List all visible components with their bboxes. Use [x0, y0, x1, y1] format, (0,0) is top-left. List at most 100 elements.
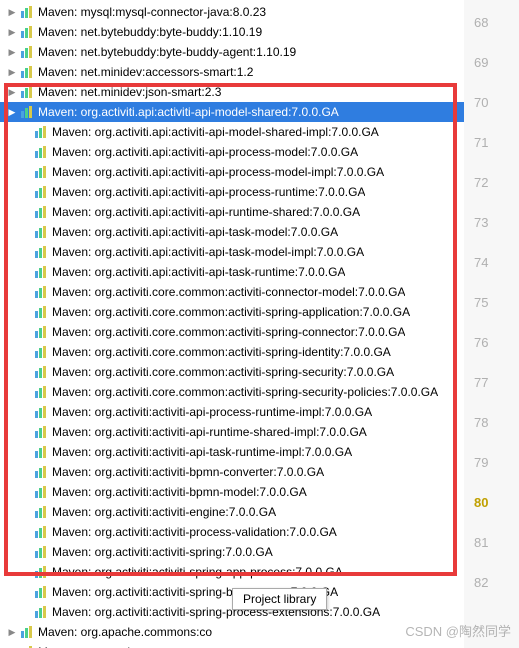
tree-row-label: Maven: org.activiti:activiti-spring-proc…	[52, 605, 380, 619]
tree-row-label: Maven: org.activiti.api:activiti-api-pro…	[52, 165, 384, 179]
line-number: 82	[464, 562, 519, 602]
tree-row[interactable]: ▶Maven: org.apache.commons:co	[0, 622, 464, 642]
tree-row[interactable]: Maven: org.activiti.api:activiti-api-tas…	[0, 242, 464, 262]
maven-library-icon	[18, 24, 34, 40]
tree-row-label: Maven: mysql:mysql-connector-java:8.0.23	[38, 5, 266, 19]
line-number: 81	[464, 522, 519, 562]
tree-row-label: Maven: org.activiti.core.common:activiti…	[52, 325, 405, 339]
maven-library-icon	[32, 284, 48, 300]
tree-row[interactable]: Maven: org.activiti.core.common:activiti…	[0, 342, 464, 362]
tree-row[interactable]: Maven: org.activiti.api:activiti-api-tas…	[0, 222, 464, 242]
tree-row-label: Maven: org.activiti.api:activiti-api-mod…	[52, 125, 379, 139]
expand-arrow-icon[interactable]: ▶	[6, 27, 18, 38]
maven-library-icon	[32, 404, 48, 420]
tree-row[interactable]: Maven: org.activiti.api:activiti-api-pro…	[0, 142, 464, 162]
tree-row-label: Maven: org.activiti.api:activiti-api-pro…	[52, 185, 365, 199]
maven-library-icon	[32, 344, 48, 360]
tree-row[interactable]: Maven: org.activiti:activiti-spring-app-…	[0, 562, 464, 582]
expand-arrow-icon[interactable]: ▶	[6, 47, 18, 58]
line-number: 70	[464, 82, 519, 122]
tree-row[interactable]: Maven: org.activiti:activiti-engine:7.0.…	[0, 502, 464, 522]
line-number: 75	[464, 282, 519, 322]
maven-library-icon	[32, 124, 48, 140]
tree-row[interactable]: ▶Maven: net.minidev:accessors-smart:1.2	[0, 62, 464, 82]
tree-row-label: Maven: org.activiti.core.common:activiti…	[52, 305, 410, 319]
expand-arrow-icon[interactable]: ▶	[6, 627, 18, 638]
maven-library-icon	[32, 304, 48, 320]
expand-arrow-icon[interactable]: ▶	[6, 67, 18, 78]
tree-row-label: Maven: org.activiti.api:activiti-api-run…	[52, 205, 360, 219]
tree-row[interactable]: Maven: org.activiti:activiti-bpmn-model:…	[0, 482, 464, 502]
tree-row[interactable]: ▶Maven: net.bytebuddy:byte-buddy-agent:1…	[0, 42, 464, 62]
tree-row[interactable]: Maven: org.activiti.core.common:activiti…	[0, 282, 464, 302]
expand-arrow-icon[interactable]: ▶	[6, 87, 18, 98]
expand-arrow-icon[interactable]: ▶	[6, 107, 18, 118]
line-number: 80	[464, 482, 519, 522]
tree-row-label: Maven: net.minidev:json-smart:2.3	[38, 85, 221, 99]
tree-row[interactable]: Maven: org.activiti.core.common:activiti…	[0, 382, 464, 402]
tree-row-label: Maven: org.activiti.api:activiti-api-mod…	[38, 105, 339, 119]
tree-row-label: Maven: org.activiti:activiti-process-val…	[52, 525, 337, 539]
tree-row[interactable]: Maven: org.activiti:activiti-process-val…	[0, 522, 464, 542]
line-number: 79	[464, 442, 519, 482]
maven-library-icon	[32, 184, 48, 200]
tree-row-label: Maven: org.activiti:activiti-engine:7.0.…	[52, 505, 276, 519]
line-number: 72	[464, 162, 519, 202]
tree-row[interactable]: Maven: org.activiti.api:activiti-api-mod…	[0, 122, 464, 142]
tree-row-label: Maven: org.activiti.api:activiti-api-tas…	[52, 225, 338, 239]
tree-row[interactable]: Maven: org.activiti.api:activiti-api-pro…	[0, 182, 464, 202]
line-number: 74	[464, 242, 519, 282]
maven-library-icon	[32, 144, 48, 160]
tree-row[interactable]: ▶ Maven: mysql:mysql-connector-java:8.0.2…	[0, 2, 464, 22]
tree-row[interactable]: Maven: org.activiti:activiti-bpmn-conver…	[0, 462, 464, 482]
expand-arrow-icon[interactable]: ▶	[6, 7, 18, 18]
tree-row[interactable]: ▶ Maven: net.minidev:json-smart:2.3	[0, 82, 464, 102]
maven-library-icon	[32, 204, 48, 220]
maven-library-icon	[32, 484, 48, 500]
maven-library-icon	[18, 84, 34, 100]
line-number: 73	[464, 202, 519, 242]
maven-library-icon	[18, 4, 34, 20]
maven-library-icon	[18, 644, 34, 648]
maven-library-icon	[32, 504, 48, 520]
maven-library-icon	[32, 384, 48, 400]
tree-row-label: Maven: org.activiti:activiti-bpmn-conver…	[52, 465, 324, 479]
maven-library-icon	[18, 104, 34, 120]
tree-row[interactable]: Maven: org.activiti.api:activiti-api-run…	[0, 202, 464, 222]
tree-row[interactable]: Maven: org.activiti:activiti-spring:7.0.…	[0, 542, 464, 562]
tree-row[interactable]: ▶ Maven: org.activiti.api:activiti-api-mo…	[0, 102, 464, 122]
maven-library-icon	[32, 324, 48, 340]
line-number: 69	[464, 42, 519, 82]
tree-row-label: Maven: org.activiti.api:activiti-api-tas…	[52, 245, 364, 259]
line-number: 68	[464, 2, 519, 42]
tree-row[interactable]: ▶ Maven: net.bytebuddy:byte-buddy:1.10.19	[0, 22, 464, 42]
tree-row-label: Maven: net.bytebuddy:byte-buddy:1.10.19	[38, 25, 262, 39]
maven-library-icon	[32, 224, 48, 240]
tree-row-label: Maven: org.activiti.core.common:activiti…	[52, 385, 438, 399]
maven-library-icon	[32, 444, 48, 460]
tree-row[interactable]: Maven: org.activiti:activiti-spring-proc…	[0, 602, 464, 622]
tree-row[interactable]: Maven: org.activiti:activiti-api-runtime…	[0, 422, 464, 442]
tree-row[interactable]: Maven: org.activiti.core.common:activiti…	[0, 362, 464, 382]
tree-row[interactable]: Maven: org.activiti.core.common:activiti…	[0, 322, 464, 342]
tree-row[interactable]: Maven: org.activiti.api:activiti-api-pro…	[0, 162, 464, 182]
maven-library-icon	[32, 424, 48, 440]
tree-row[interactable]: Maven: org.activiti.api:activiti-api-tas…	[0, 262, 464, 282]
maven-library-icon	[18, 624, 34, 640]
tree-row-label: Maven: org.activiti.core.common:activiti…	[52, 285, 405, 299]
line-number: 78	[464, 402, 519, 442]
tree-row[interactable]: Maven: org.activiti:activiti-api-task-ru…	[0, 442, 464, 462]
maven-library-icon	[32, 464, 48, 480]
tree-row[interactable]: Maven: org.activiti.core.common:activiti…	[0, 302, 464, 322]
line-number: 76	[464, 322, 519, 362]
tree-row[interactable]: Maven: org.activiti:activiti-spring-boot…	[0, 582, 464, 602]
maven-library-icon	[18, 44, 34, 60]
maven-library-icon	[32, 364, 48, 380]
maven-library-icon	[32, 244, 48, 260]
tree-row[interactable]: ▶Maven: org.apache.commons:co	[0, 642, 464, 648]
tree-row[interactable]: Maven: org.activiti:activiti-api-process…	[0, 402, 464, 422]
dependency-tree[interactable]: ▶ Maven: mysql:mysql-connector-java:8.0.2…	[0, 0, 464, 648]
tree-row-label: Maven: org.activiti:activiti-spring-boot…	[52, 585, 338, 599]
tree-row-label: Maven: org.activiti.core.common:activiti…	[52, 345, 391, 359]
maven-library-icon	[32, 524, 48, 540]
